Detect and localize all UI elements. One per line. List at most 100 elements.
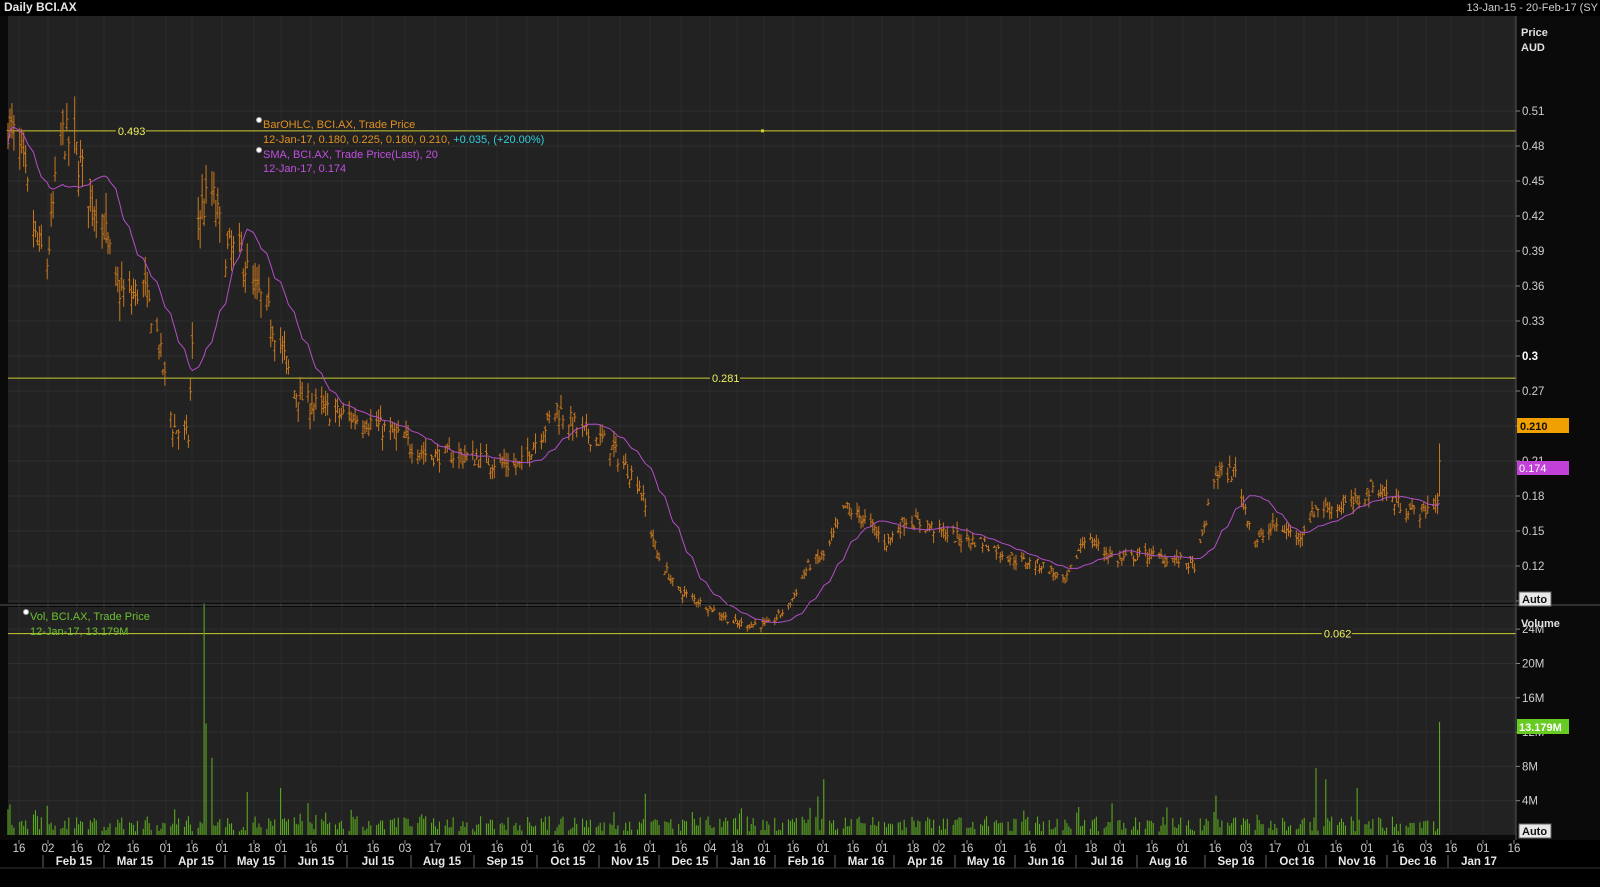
x-day-label: 16 xyxy=(847,843,860,855)
x-day-label: 16 xyxy=(1445,843,1458,855)
x-day-label: 01 xyxy=(1055,843,1068,855)
level-label: 0.281 xyxy=(712,373,740,385)
x-day-label: 18 xyxy=(248,843,261,855)
legend-ohlc-name: BarOHLC, BCI.AX, Trade Price xyxy=(263,119,415,131)
x-day-label: 02 xyxy=(583,843,596,855)
x-month-label: Mar 15 xyxy=(117,856,154,868)
x-day-label: 01 xyxy=(1477,843,1490,855)
x-day-label: 16 xyxy=(614,843,627,855)
price-tick-label: 0.18 xyxy=(1522,491,1544,503)
x-day-label: 02 xyxy=(42,843,55,855)
x-month-label: Dec 15 xyxy=(671,856,709,868)
volume-auto-label[interactable]: Auto xyxy=(1522,826,1547,838)
x-day-label: 02 xyxy=(933,843,946,855)
price-tick-label: 0.48 xyxy=(1522,141,1544,153)
price-tick-label: 0.15 xyxy=(1522,526,1544,538)
x-day-label: 18 xyxy=(1085,843,1098,855)
x-day-label: 01 xyxy=(1177,843,1190,855)
x-day-label: 16 xyxy=(305,843,318,855)
x-day-label: 01 xyxy=(1298,843,1311,855)
x-day-label: 02 xyxy=(98,843,111,855)
legend-sma-name: SMA, BCI.AX, Trade Price(Last), 20 xyxy=(263,149,438,161)
price-auto-button[interactable]: Auto xyxy=(1518,591,1552,607)
x-day-label: 01 xyxy=(817,843,830,855)
x-month-label: Jun 15 xyxy=(298,856,335,868)
legend-handle-vol[interactable] xyxy=(23,609,29,615)
price-plot-area[interactable] xyxy=(8,16,1516,603)
last-volume-badge: 13.179M xyxy=(1517,719,1569,734)
volume-axis-title: Volume xyxy=(1521,618,1560,630)
x-month-label: Oct 16 xyxy=(1279,856,1314,868)
legend-handle-sma[interactable] xyxy=(256,147,262,153)
x-month-label: Nov 16 xyxy=(1338,856,1376,868)
x-day-label: 16 xyxy=(1392,843,1405,855)
last-price-badge: 0.210 xyxy=(1517,418,1569,433)
x-day-label: 01 xyxy=(521,843,534,855)
x-month-label: Oct 15 xyxy=(550,856,586,868)
x-day-label: 16 xyxy=(1508,843,1521,855)
x-day-label: 16 xyxy=(552,843,565,855)
last-volume-value: 13.179M xyxy=(1519,722,1562,734)
legend-vol-value: 12-Jan-17, 13.179M xyxy=(30,626,128,638)
x-day-label: 01 xyxy=(758,843,771,855)
legend-ohlc-values: 12-Jan-17, 0.180, 0.225, 0.180, 0.210, +… xyxy=(263,134,544,146)
x-month-label: Sep 15 xyxy=(486,856,524,868)
x-month-label: Aug 16 xyxy=(1149,856,1187,868)
last-price-value: 0.210 xyxy=(1520,421,1548,433)
x-month-label: Feb 16 xyxy=(788,856,824,868)
x-day-label: 16 xyxy=(13,843,26,855)
x-day-label: 03 xyxy=(399,843,412,855)
x-day-label: 16 xyxy=(675,843,688,855)
legend-handle-ohlc[interactable] xyxy=(256,117,262,123)
price-tick-label: 0.39 xyxy=(1522,246,1544,258)
x-month-label: Aug 15 xyxy=(423,856,462,868)
x-month-label: Dec 16 xyxy=(1399,856,1436,868)
price-tick-label: 0.51 xyxy=(1522,106,1544,118)
x-month-label: Jul 16 xyxy=(1091,856,1124,868)
level-label: 0.493 xyxy=(118,126,146,138)
price-tick-label: 0.33 xyxy=(1522,316,1544,328)
x-day-label: 01 xyxy=(876,843,889,855)
price-tick-label: 0.3 xyxy=(1522,351,1538,363)
price-tick-label: 0.27 xyxy=(1522,386,1544,398)
x-day-label: 03 xyxy=(1240,843,1253,855)
x-day-label: 17 xyxy=(429,843,442,855)
x-month-label: Sep 16 xyxy=(1217,856,1254,868)
x-day-label: 01 xyxy=(216,843,229,855)
x-day-label: 01 xyxy=(1114,843,1127,855)
x-month-label: Jan 17 xyxy=(1461,856,1497,868)
volume-auto-button[interactable]: Auto xyxy=(1518,823,1552,839)
x-day-label: 18 xyxy=(907,843,920,855)
price-auto-label[interactable]: Auto xyxy=(1522,594,1547,606)
x-day-label: 16 xyxy=(186,843,199,855)
sma-value: 0.174 xyxy=(1519,463,1547,475)
price-axis-unit: AUD xyxy=(1521,42,1545,54)
x-day-label: 17 xyxy=(1269,843,1282,855)
x-day-label: 01 xyxy=(336,843,349,855)
x-day-label: 01 xyxy=(460,843,473,855)
x-day-label: 01 xyxy=(275,843,288,855)
x-month-label: Jun 16 xyxy=(1028,856,1064,868)
x-day-label: 04 xyxy=(704,843,717,855)
x-month-label: May 15 xyxy=(237,856,276,868)
legend-vol-name: Vol, BCI.AX, Trade Price xyxy=(30,611,150,623)
price-tick-label: 0.45 xyxy=(1522,176,1544,188)
price-tick-label: 0.36 xyxy=(1522,281,1544,293)
x-day-label: 16 xyxy=(71,843,84,855)
volume-tick-label: 20M xyxy=(1522,658,1544,670)
x-month-label: Apr 16 xyxy=(907,856,943,868)
legend-ohlc-change: +0.035, (+20.00%) xyxy=(453,134,544,146)
x-day-label: 16 xyxy=(961,843,974,855)
x-day-label: 16 xyxy=(1209,843,1222,855)
price-axis-title: Price xyxy=(1521,27,1548,39)
volume-tick-label: 4M xyxy=(1522,796,1538,808)
x-day-label: 16 xyxy=(787,843,800,855)
chart-canvas[interactable]: 0.4930.2810.062 0.090.120.150.180.210.24… xyxy=(0,0,1600,887)
level-handle[interactable] xyxy=(761,129,764,133)
x-month-label: Nov 15 xyxy=(611,856,649,868)
x-month-label: Jul 15 xyxy=(362,856,395,868)
x-day-label: 16 xyxy=(491,843,504,855)
x-day-label: 16 xyxy=(1330,843,1343,855)
price-tick-label: 0.12 xyxy=(1522,561,1544,573)
volume-tick-label: 8M xyxy=(1522,761,1538,773)
